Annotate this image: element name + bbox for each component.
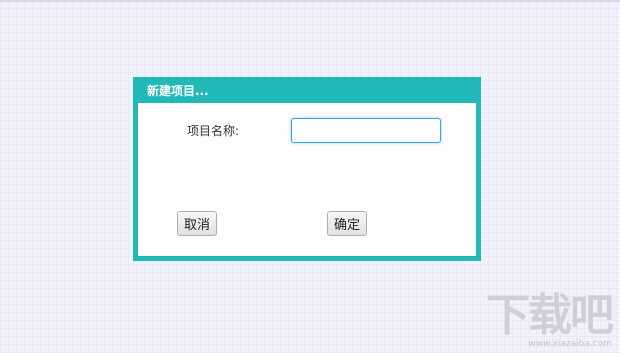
- dialog-body: 项目名称: 取消 确定: [138, 103, 476, 256]
- new-project-dialog: 新建项目... 项目名称: 取消 确定: [133, 77, 481, 261]
- site-watermark-logo: 下载吧 www.xiazaiba.com: [486, 290, 614, 350]
- confirm-button[interactable]: 确定: [327, 211, 368, 236]
- cancel-button[interactable]: 取消: [177, 211, 218, 236]
- dialog-title: 新建项目...: [147, 84, 209, 98]
- project-name-label: 项目名称:: [187, 124, 240, 138]
- window-top-border: [0, 0, 620, 2]
- watermark-text: 下载吧: [486, 290, 614, 341]
- watermark-url: www.xiazaiba.com: [528, 339, 612, 349]
- project-name-input[interactable]: [291, 118, 441, 143]
